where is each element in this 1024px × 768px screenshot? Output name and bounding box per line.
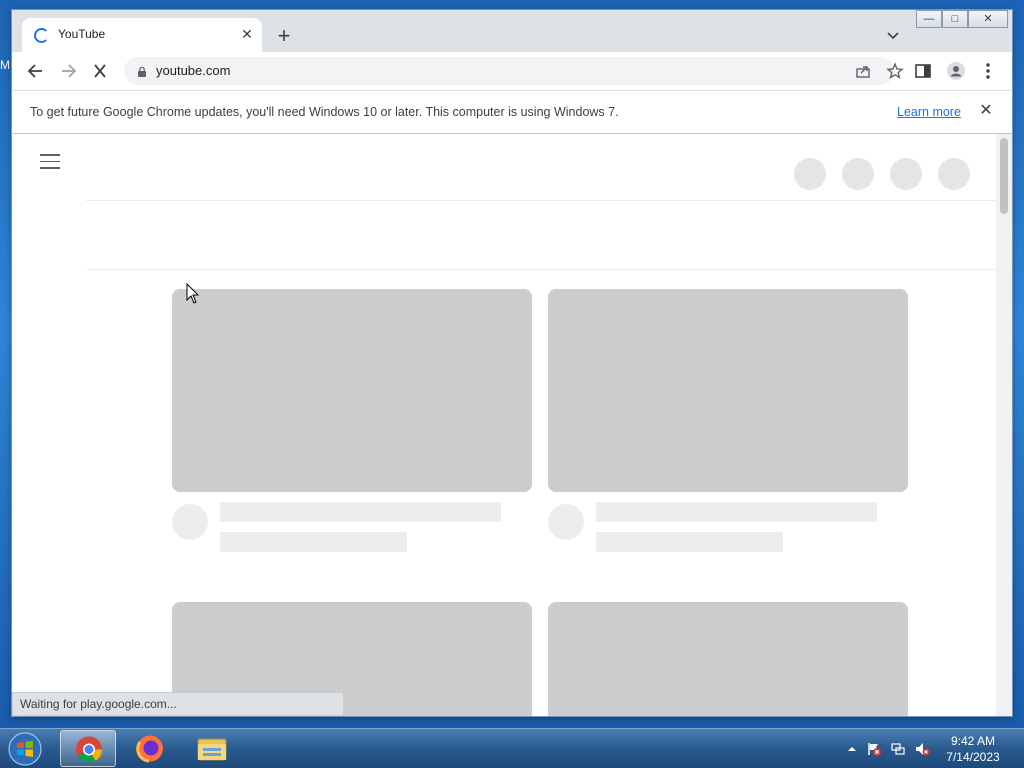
page-content (12, 134, 1012, 716)
taskbar-firefox-button[interactable] (122, 730, 178, 767)
close-icon[interactable]: ✕ (976, 101, 996, 121)
star-icon[interactable] (885, 61, 905, 81)
video-thumbnail-placeholder (548, 289, 908, 492)
side-panel-icon[interactable] (913, 61, 933, 81)
system-clock[interactable]: 9:42 AM 7/14/2023 (940, 733, 1006, 765)
chrome-icon (76, 736, 103, 763)
title-placeholder (220, 502, 501, 522)
lock-icon[interactable] (136, 65, 148, 77)
taskbar-explorer-button[interactable] (184, 730, 240, 767)
spinner-icon (34, 28, 49, 43)
chips-divider (86, 269, 996, 270)
tab-title: YouTube (58, 27, 106, 41)
minimize-button[interactable]: — (916, 10, 942, 28)
video-thumbnail-placeholder (172, 289, 532, 492)
url-text: youtube.com (156, 63, 231, 78)
header-divider (86, 200, 996, 201)
taskbar-chrome-button[interactable] (60, 730, 116, 767)
forward-button[interactable] (55, 59, 81, 83)
video-thumbnail-placeholder (548, 602, 908, 716)
header-placeholder (842, 158, 874, 190)
folder-icon (197, 738, 227, 761)
header-placeholder (794, 158, 826, 190)
back-button[interactable] (23, 59, 49, 83)
volume-muted-icon[interactable] (914, 741, 930, 757)
share-icon[interactable] (853, 61, 873, 81)
action-center-icon[interactable] (866, 741, 882, 757)
title-placeholder (596, 502, 877, 522)
show-hidden-icons-icon[interactable] (844, 741, 860, 757)
chevron-down-icon[interactable] (882, 26, 904, 46)
channel-avatar-placeholder (548, 504, 584, 540)
desktop-icon-label: M (0, 58, 10, 72)
profile-icon[interactable] (946, 61, 966, 81)
clock-time: 9:42 AM (950, 734, 996, 748)
address-bar[interactable]: youtube.com (124, 57, 904, 85)
header-placeholder (938, 158, 970, 190)
meta-placeholder (596, 532, 783, 552)
tab-youtube[interactable]: YouTube ✕ (22, 18, 262, 52)
infobar-message: To get future Google Chrome updates, you… (30, 105, 619, 119)
update-infobar: To get future Google Chrome updates, you… (12, 90, 1012, 134)
stop-button[interactable] (87, 59, 113, 83)
taskbar: 9:42 AM 7/14/2023 (0, 728, 1024, 768)
scrollbar-thumb[interactable] (1000, 138, 1008, 214)
tab-strip: YouTube ✕ + — □ ✕ (12, 10, 1012, 52)
start-button[interactable] (4, 731, 46, 767)
clock-date: 7/14/2023 (946, 750, 1000, 764)
kebab-menu-icon[interactable] (978, 61, 998, 81)
network-icon[interactable] (890, 741, 906, 757)
window-close-button[interactable]: ✕ (968, 10, 1008, 28)
mouse-cursor-icon (186, 282, 200, 305)
page-scrollbar[interactable] (996, 134, 1012, 716)
maximize-button[interactable]: □ (942, 10, 968, 28)
new-tab-button[interactable]: + (272, 24, 296, 48)
close-icon[interactable]: ✕ (238, 25, 256, 43)
channel-avatar-placeholder (172, 504, 208, 540)
status-bubble: Waiting for play.google.com... (12, 692, 344, 716)
toolbar: youtube.com (12, 52, 1012, 90)
meta-placeholder (220, 532, 407, 552)
learn-more-link[interactable]: Learn more (897, 105, 961, 119)
firefox-icon (136, 735, 163, 763)
chrome-window: YouTube ✕ + — □ ✕ youtube.com To get fut… (12, 10, 1012, 716)
header-placeholder (890, 158, 922, 190)
hamburger-menu-icon[interactable] (40, 154, 60, 172)
